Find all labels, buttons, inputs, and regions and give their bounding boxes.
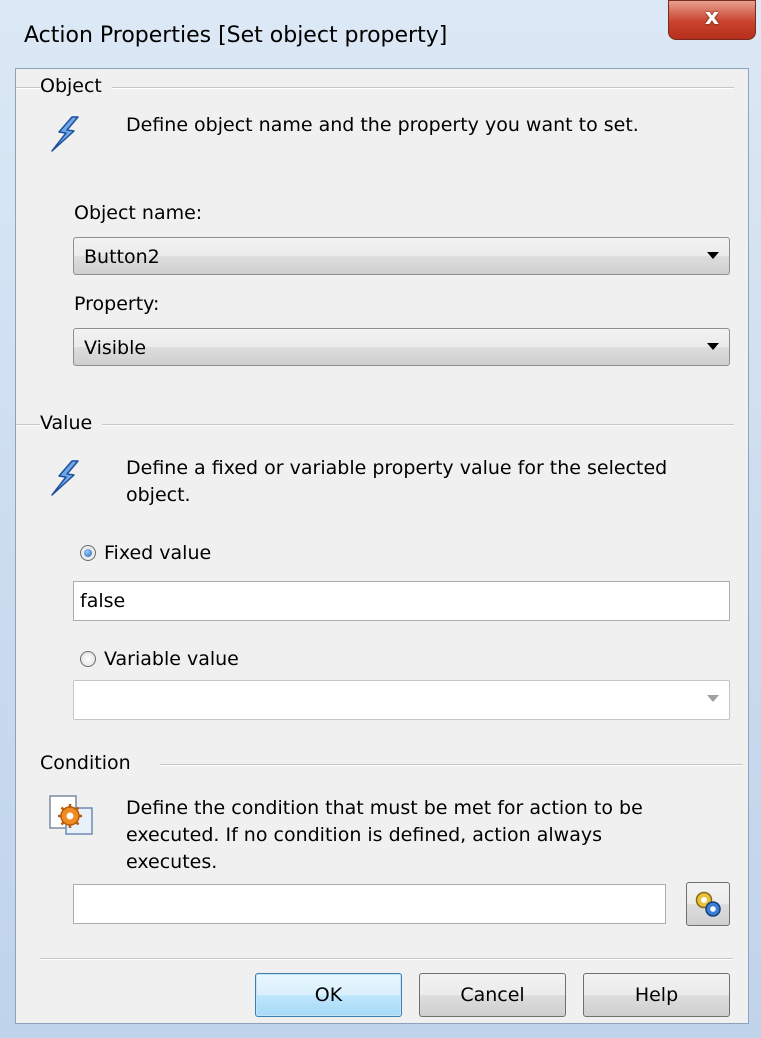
dropdown-arrow-icon [707, 695, 719, 702]
object-description: Define object name and the property you … [126, 114, 639, 136]
fixed-value-text: false [80, 590, 126, 612]
close-icon: x [704, 5, 720, 30]
condition-input[interactable] [73, 884, 666, 924]
object-name-dropdown[interactable]: Button2 [73, 237, 730, 275]
dialog-client-area: Object Define object name and the proper… [15, 68, 749, 1024]
property-label: Property: [74, 293, 160, 315]
value-group-line [16, 424, 734, 426]
condition-gear-document-icon [49, 795, 93, 835]
value-group-header: Value [40, 412, 103, 434]
property-value: Visible [84, 337, 147, 359]
button-separator [40, 958, 733, 960]
dialog-window: Action Properties [Set object property] … [0, 0, 761, 1038]
value-description: Define a fixed or variable property valu… [126, 457, 668, 506]
gear-settings-icon [695, 891, 721, 917]
fixed-value-radio[interactable] [80, 545, 96, 561]
condition-description: Define the condition that must be met fo… [126, 797, 643, 873]
dropdown-arrow-icon [707, 252, 719, 259]
object-name-label: Object name: [74, 202, 203, 224]
variable-value-dropdown[interactable] [73, 680, 730, 720]
dropdown-arrow-icon [707, 343, 719, 350]
fixed-value-label[interactable]: Fixed value [104, 542, 211, 564]
variable-value-label[interactable]: Variable value [104, 648, 239, 670]
close-button[interactable]: x [668, 0, 756, 40]
help-button[interactable]: Help [583, 973, 730, 1017]
condition-group-header: Condition [40, 752, 141, 774]
fixed-value-input[interactable]: false [73, 581, 730, 621]
lightning-icon [51, 460, 79, 496]
ok-button[interactable]: OK [255, 973, 402, 1017]
title-bar[interactable]: Action Properties [Set object property] … [0, 0, 761, 68]
condition-group-line [160, 764, 743, 766]
window-title: Action Properties [Set object property] [24, 23, 448, 48]
property-dropdown[interactable]: Visible [73, 328, 730, 366]
object-group-line [16, 87, 734, 89]
lightning-icon [51, 116, 79, 152]
variable-value-radio[interactable] [80, 651, 96, 667]
condition-editor-button[interactable] [686, 882, 730, 926]
object-group-header: Object [40, 75, 112, 97]
object-name-value: Button2 [84, 246, 160, 268]
cancel-button[interactable]: Cancel [419, 973, 566, 1017]
